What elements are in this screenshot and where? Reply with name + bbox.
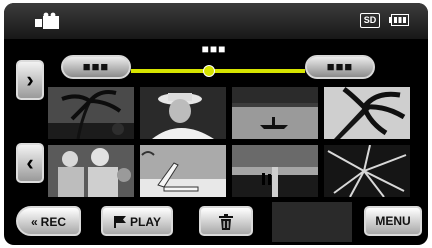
battery-icon (389, 14, 409, 26)
thumbnail-palm-leaves-sky[interactable] (324, 87, 410, 139)
thumbnail-starburst-leaves[interactable] (324, 145, 410, 197)
play-button[interactable]: PLAY (101, 206, 173, 236)
record-mode-button[interactable]: « REC (16, 206, 81, 236)
menu-button[interactable]: MENU (364, 206, 422, 236)
sd-card-icon: SD (360, 13, 380, 28)
thumbnail-people-group[interactable] (48, 145, 134, 197)
thumbnail-sunset-couple[interactable] (232, 145, 318, 197)
flag-icon (114, 215, 127, 228)
status-bar: SD (4, 3, 428, 39)
play-label: PLAY (130, 214, 161, 229)
page-indicator: ■■■ (201, 42, 227, 56)
trash-icon (219, 213, 233, 230)
double-chevron-left-icon: « (30, 214, 38, 229)
video-camera-icon (35, 12, 59, 29)
next-date-button[interactable]: ■■■ (305, 55, 375, 79)
camcorder-screen: SD ■■■ ■■■ ■■■ › ‹ « REC PLAY MENU (4, 3, 428, 245)
delete-button[interactable] (199, 206, 253, 236)
empty-slot (272, 202, 352, 242)
previous-date-button[interactable]: ■■■ (61, 55, 131, 79)
thumbnail-man-with-hat[interactable] (140, 87, 226, 139)
scroll-up-button[interactable]: › (16, 60, 44, 100)
rec-label: REC (40, 214, 67, 229)
scroll-down-button[interactable]: ‹ (16, 143, 44, 183)
chevron-left-icon: ‹ (26, 150, 34, 175)
thumbnail-beach-chair[interactable] (140, 145, 226, 197)
thumbnail-canoe-on-lake[interactable] (232, 87, 318, 139)
timeline-slider-thumb[interactable] (203, 65, 216, 77)
chevron-right-icon: › (26, 67, 34, 92)
timeline-slider-track[interactable] (131, 69, 305, 73)
thumbnail-palm-tree-beach[interactable] (48, 87, 134, 139)
